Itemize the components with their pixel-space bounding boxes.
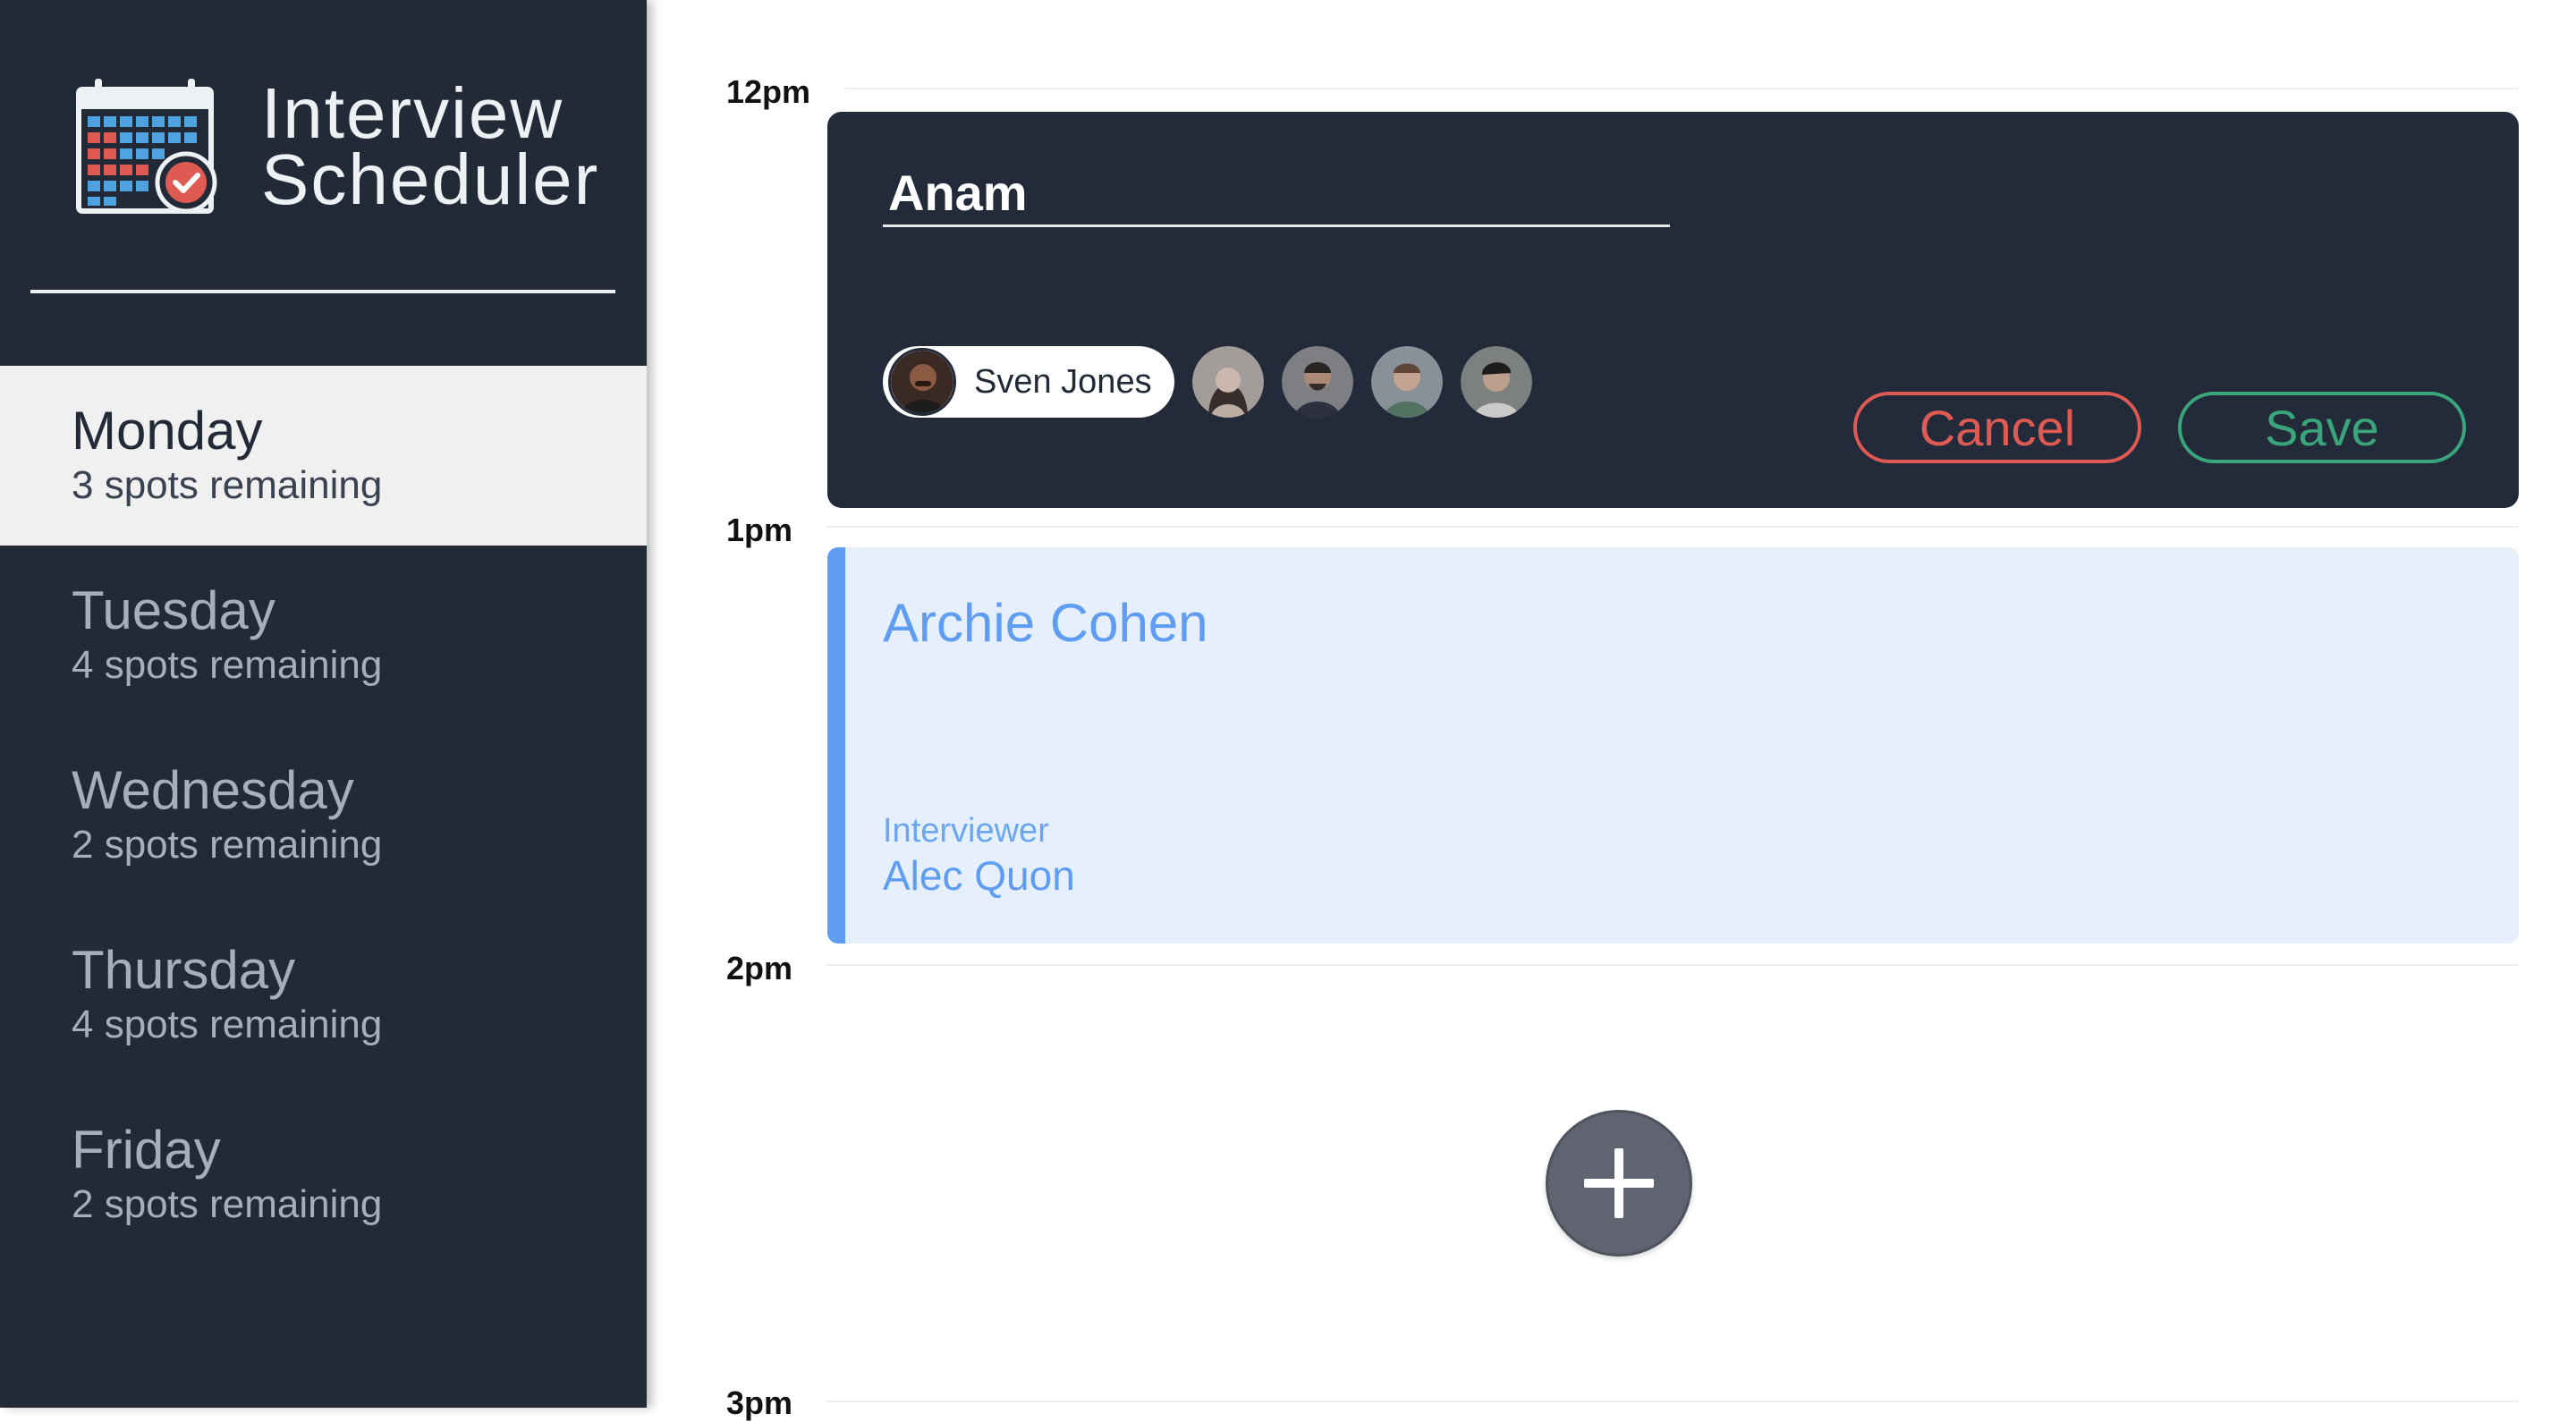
add-appointment-button[interactable] xyxy=(1546,1110,1692,1257)
time-label-3pm: 3pm xyxy=(726,1384,793,1421)
save-button[interactable]: Save xyxy=(2178,392,2466,463)
appointment-form: Sven Jones Cancel Save xyxy=(827,112,2519,508)
interviewer-chip-selected[interactable]: Sven Jones xyxy=(883,346,1174,418)
cancel-button[interactable]: Cancel xyxy=(1853,392,2141,463)
hour-divider xyxy=(826,526,2518,528)
day-name: Thursday xyxy=(72,940,296,1000)
day-name: Wednesday xyxy=(72,760,354,820)
time-label-12pm: 12pm xyxy=(726,73,811,110)
interviewer-avatar-option[interactable] xyxy=(1371,346,1443,418)
interviewer-chip-name: Sven Jones xyxy=(974,362,1152,401)
app-title: Interview Scheduler xyxy=(261,73,600,219)
interviewer-avatar-option[interactable] xyxy=(1282,346,1353,418)
day-item-wednesday[interactable]: Wednesday 2 spots remaining xyxy=(0,725,647,905)
day-spots: 3 spots remaining xyxy=(72,463,383,507)
day-name: Monday xyxy=(72,401,263,461)
hour-divider xyxy=(826,964,2518,966)
plus-icon xyxy=(1584,1148,1654,1218)
day-spots: 4 spots remaining xyxy=(72,643,383,687)
day-item-friday[interactable]: Friday 2 spots remaining xyxy=(0,1085,647,1265)
interviewer-avatar-option[interactable] xyxy=(1461,346,1532,418)
app-title-line1: Interview xyxy=(261,73,564,153)
day-item-thursday[interactable]: Thursday 4 spots remaining xyxy=(0,905,647,1085)
time-label-1pm: 1pm xyxy=(726,512,793,548)
student-name-input[interactable] xyxy=(883,161,1670,227)
day-spots: 2 spots remaining xyxy=(72,823,383,867)
appointment-card[interactable]: Archie Cohen Interviewer Alec Quon xyxy=(827,547,2519,944)
day-name: Tuesday xyxy=(72,580,275,640)
app-title-line2: Scheduler xyxy=(261,140,600,219)
day-item-tuesday[interactable]: Tuesday 4 spots remaining xyxy=(0,546,647,725)
time-label-2pm: 2pm xyxy=(726,950,793,986)
brand: Interview Scheduler xyxy=(75,77,599,216)
day-item-monday[interactable]: Monday 3 spots remaining xyxy=(0,366,647,546)
day-list: Monday 3 spots remaining Tuesday 4 spots… xyxy=(0,366,647,1265)
day-spots: 2 spots remaining xyxy=(72,1182,383,1226)
appointment-student-name: Archie Cohen xyxy=(883,593,1208,653)
day-name: Friday xyxy=(72,1120,221,1180)
day-spots: 4 spots remaining xyxy=(72,1003,383,1046)
calendar-check-icon xyxy=(76,79,217,214)
appointment-interviewer-label: Interviewer xyxy=(883,812,1049,850)
interviewer-avatar-sven xyxy=(888,348,956,416)
sidebar-divider xyxy=(30,290,615,293)
hour-divider xyxy=(826,1401,2518,1402)
interviewer-avatar-option[interactable] xyxy=(1192,346,1264,418)
interviewer-list: Sven Jones xyxy=(883,346,1532,418)
sidebar: Interview Scheduler Monday 3 spots remai… xyxy=(0,0,647,1408)
appointment-interviewer-name: Alec Quon xyxy=(883,852,1075,899)
hour-divider xyxy=(845,88,2518,89)
